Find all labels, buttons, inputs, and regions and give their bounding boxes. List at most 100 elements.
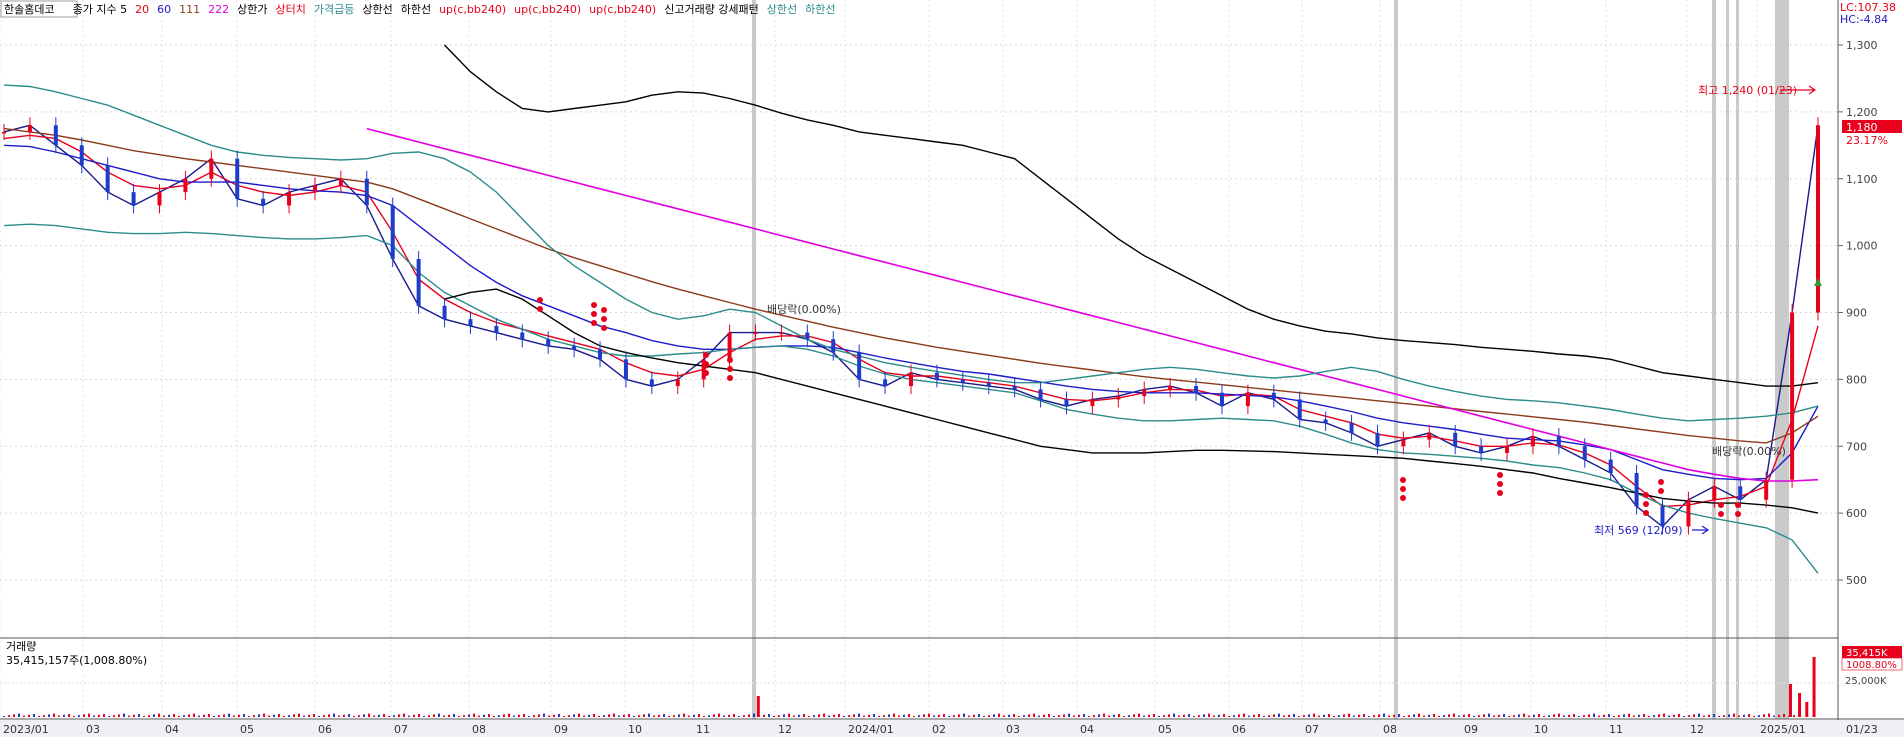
- x-tick-label: 09: [1464, 723, 1478, 736]
- volume-bar: [1503, 714, 1505, 717]
- volume-bar: [368, 713, 370, 717]
- candle-body: [831, 339, 836, 353]
- legend-item[interactable]: 20: [135, 3, 149, 16]
- volume-bar: [943, 714, 945, 717]
- x-tick-label: 04: [1080, 723, 1094, 736]
- volume-bar: [1208, 713, 1210, 717]
- volume-bar: [63, 714, 65, 717]
- volume-bar: [818, 714, 820, 717]
- legend-item[interactable]: up(c,bb240): [514, 3, 581, 16]
- volume-bar: [333, 713, 335, 717]
- volume-bar: [1378, 714, 1380, 717]
- volume-bar: [223, 714, 225, 717]
- volume-bar: [1543, 716, 1545, 717]
- volume-bar: [1748, 714, 1750, 717]
- candle-body: [1194, 386, 1199, 393]
- highlight-bar: [1775, 0, 1789, 719]
- volume-bar: [1218, 714, 1220, 717]
- volume-bar: [673, 715, 675, 717]
- volume-bar: [428, 715, 430, 717]
- volume-bar: [263, 713, 265, 717]
- legend-item[interactable]: 신고거래량 강세패턴: [664, 3, 759, 16]
- volume-bar: [623, 714, 625, 717]
- volume-bar: [1033, 713, 1035, 717]
- legend-item[interactable]: 60: [157, 3, 171, 16]
- volume-bar: [28, 714, 30, 717]
- volume-bar: [1583, 715, 1585, 717]
- volume-bar: [703, 716, 705, 717]
- volume-bar: [1093, 715, 1095, 717]
- signal-dot: [1735, 502, 1741, 508]
- candle-body: [209, 158, 214, 179]
- legend-item[interactable]: 상터치: [275, 3, 305, 16]
- legend-item[interactable]: 상한선: [767, 3, 797, 16]
- volume-bar: [1418, 713, 1420, 717]
- volume-bar: [1318, 715, 1320, 717]
- x-tick-label: 10: [1534, 723, 1548, 736]
- volume-bar: [1468, 714, 1470, 717]
- volume-bar: [1428, 714, 1430, 717]
- signal-dot: [1497, 490, 1503, 496]
- legend-item[interactable]: 하한선: [805, 2, 835, 16]
- volume-bar: [123, 713, 125, 717]
- legend-item[interactable]: 222: [208, 3, 229, 16]
- volume-bar: [398, 714, 400, 717]
- volume-bar: [1098, 714, 1100, 717]
- hc-value: HC:-4.84: [1840, 13, 1888, 26]
- y-tick-label: 500: [1846, 574, 1867, 587]
- signal-dot: [1643, 492, 1649, 498]
- volume-bar: [298, 713, 300, 717]
- volume-bar: [1458, 715, 1460, 717]
- legend-item[interactable]: up(c,bb240): [439, 3, 506, 16]
- volume-bar: [458, 716, 460, 717]
- volume-bar: [93, 715, 95, 717]
- legend-item[interactable]: 가격급등: [314, 3, 354, 16]
- volume-bar: [1333, 716, 1335, 717]
- candle-body: [909, 372, 913, 387]
- volume-bar: [3, 716, 5, 717]
- x-tick-label: 04: [165, 723, 179, 736]
- candle-body: [805, 332, 810, 340]
- candle-body: [1271, 392, 1276, 400]
- legend-item[interactable]: 한솔홈데코: [4, 2, 55, 16]
- volume-bar: [248, 716, 250, 717]
- candle-body: [287, 192, 292, 206]
- legend-item[interactable]: up(c,bb240): [589, 3, 656, 16]
- candle-body: [1116, 396, 1121, 400]
- volume-bar: [713, 714, 715, 717]
- volume-bar: [1638, 714, 1640, 717]
- volume-bar: [1233, 715, 1235, 717]
- volume-axis-label: 25,000K: [1845, 676, 1887, 687]
- volume-bar: [533, 715, 535, 717]
- volume-bar: [393, 715, 395, 717]
- volume-bar: [1443, 715, 1445, 717]
- volume-bar: [1793, 715, 1795, 717]
- volume-bar: [1238, 714, 1240, 717]
- volume-bar: [293, 714, 295, 717]
- volume-bar: [33, 714, 35, 717]
- volume-bar: [1038, 715, 1040, 717]
- legend-item[interactable]: 종가 지수 5: [73, 3, 127, 16]
- legend-item[interactable]: 하한선: [401, 2, 431, 16]
- volume-bar: [1683, 716, 1685, 717]
- stock-chart[interactable]: 1,3001,2001,1001,000900800700600500 2023…: [0, 0, 1904, 737]
- highlight-bar: [1736, 0, 1739, 719]
- legend-item[interactable]: 111: [179, 3, 200, 16]
- legend-item[interactable]: 상한가: [237, 3, 267, 16]
- low-annotation: 최저 569 (12/09): [1594, 524, 1683, 537]
- volume-bar: [1698, 713, 1700, 717]
- legend-item[interactable]: 상한선: [362, 3, 392, 16]
- x-tick-label: 03: [86, 723, 100, 736]
- volume-bar: [1678, 714, 1680, 717]
- x-tick-label: 11: [696, 723, 710, 736]
- signal-dot: [703, 370, 709, 376]
- candle-body: [1427, 432, 1432, 440]
- candle-body: [934, 372, 939, 380]
- volume-bar: [723, 715, 725, 717]
- volume-bar: [628, 714, 630, 717]
- volume-bar: [218, 715, 220, 717]
- volume-bar: [38, 716, 40, 717]
- volume-bar: [1168, 714, 1170, 717]
- signal-dot: [537, 306, 543, 312]
- volume-bar: [268, 715, 270, 717]
